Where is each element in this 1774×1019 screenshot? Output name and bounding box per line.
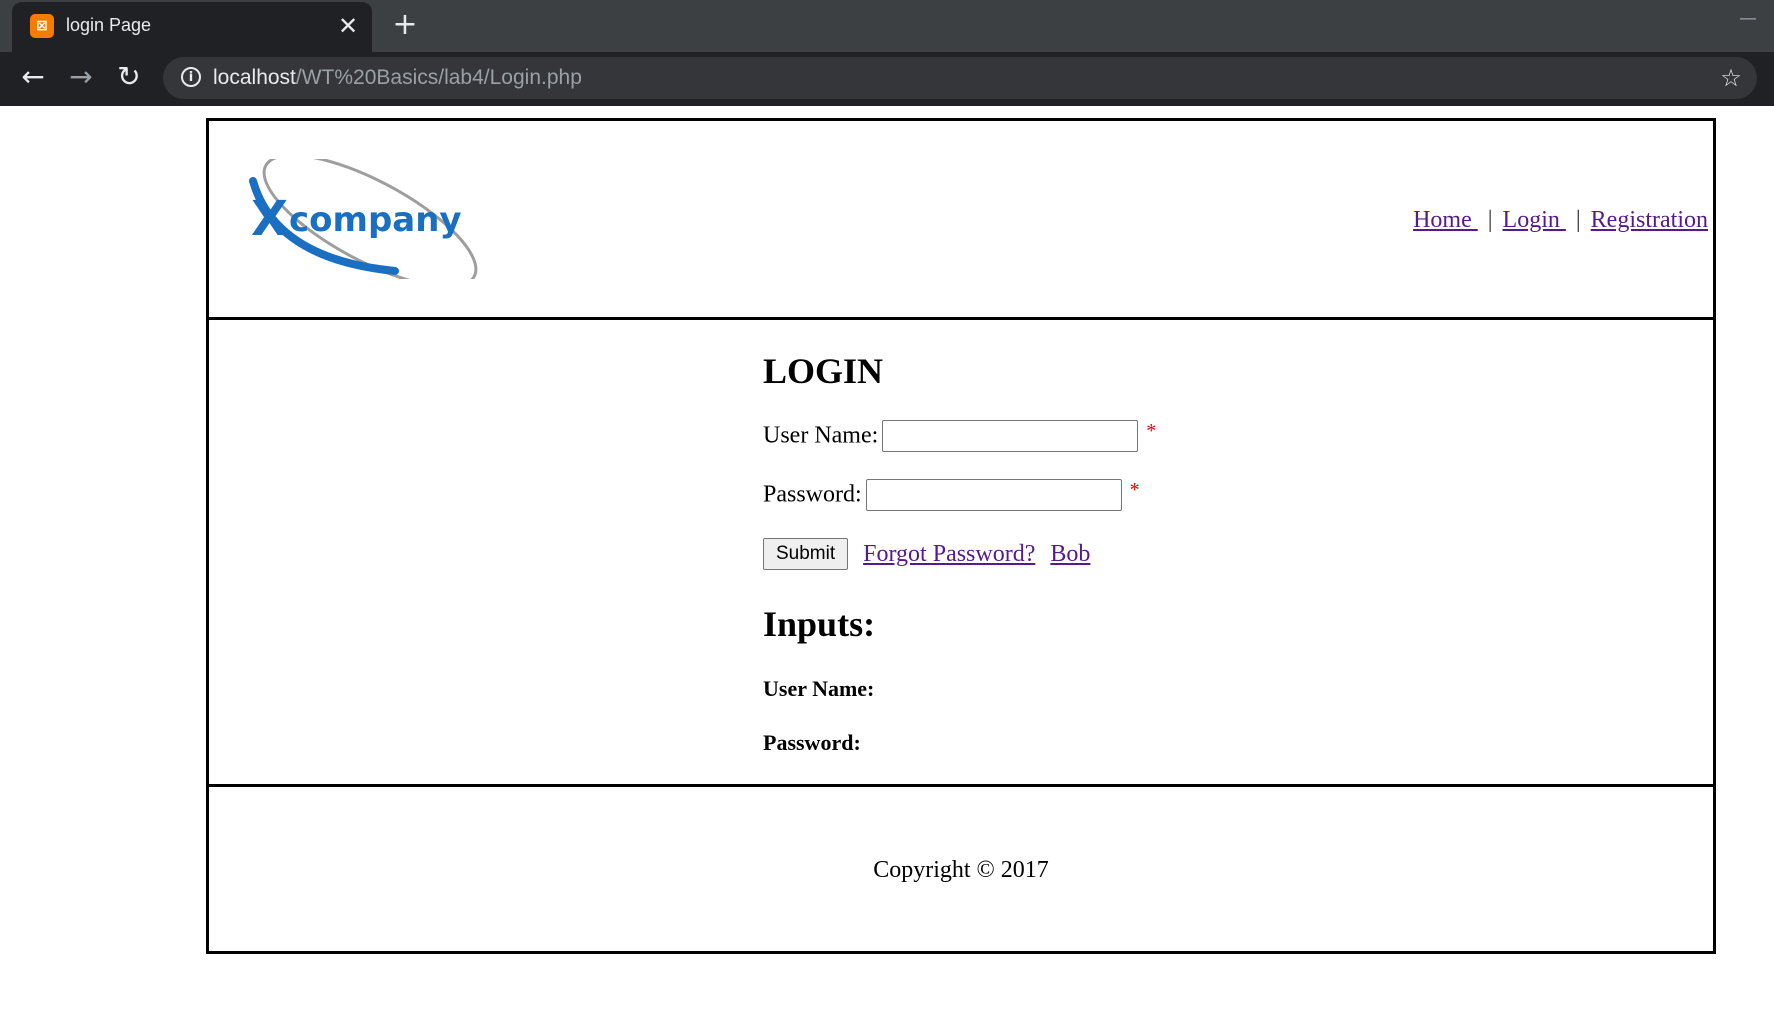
password-row: Password: * (763, 479, 1140, 513)
login-heading: LOGIN (763, 351, 884, 391)
browser-tab[interactable]: ⊠ login Page ✕ (12, 2, 372, 52)
form-actions: Submit Forgot Password? Bob (763, 538, 1090, 570)
username-label: User Name: (763, 422, 879, 449)
username-row: User Name: * (763, 420, 1156, 454)
url-host: localhost (213, 66, 296, 89)
nav-home-link[interactable]: Home (1413, 207, 1478, 233)
tab-title: login Page (66, 15, 152, 35)
required-asterisk: * (1146, 420, 1157, 442)
nav-separator: | (1487, 207, 1493, 233)
output-password-label: Password: (763, 730, 861, 755)
top-nav: Home | Login | Registration (1413, 207, 1708, 234)
bookmark-star-icon[interactable]: ☆ (1716, 63, 1746, 93)
logo-wordmark: company (289, 200, 462, 240)
submit-button[interactable]: Submit (763, 538, 849, 570)
info-icon[interactable]: i (181, 67, 201, 87)
header-row: X company Home | Login | Registration (209, 121, 1713, 320)
xampp-icon: ⊠ (30, 14, 54, 38)
password-input[interactable] (865, 479, 1122, 511)
reload-icon[interactable]: ↻ (112, 60, 146, 94)
tab-strip: ⊠ login Page ✕ + — (0, 0, 1774, 52)
xcompany-logo: X company (249, 159, 478, 279)
logo-letter-x: X (251, 191, 288, 247)
main-row: LOGIN User Name: * Password: * Submit Forgo… (209, 320, 1713, 787)
required-asterisk: * (1129, 479, 1140, 501)
address-bar[interactable]: i localhost/WT%20Basics/lab4/Login.php ☆ (163, 57, 1757, 99)
forgot-password-link[interactable]: Forgot Password? (863, 541, 1035, 567)
inputs-heading: Inputs: (763, 604, 876, 644)
output-username-label: User Name: (763, 676, 875, 701)
minimize-icon[interactable]: — (1736, 8, 1760, 32)
password-label: Password: (763, 481, 862, 508)
browser-chrome: ⊠ login Page ✕ + — ← → ↻ i localhost/WT%… (0, 0, 1774, 106)
username-input[interactable] (882, 420, 1139, 452)
nav-registration-link[interactable]: Registration (1591, 207, 1708, 233)
url-text[interactable]: localhost/WT%20Basics/lab4/Login.php (213, 66, 582, 90)
nav-separator: | (1575, 207, 1581, 233)
new-tab-icon[interactable]: + (390, 10, 420, 40)
close-icon[interactable]: ✕ (334, 12, 362, 40)
back-arrow-icon[interactable]: ← (16, 60, 50, 94)
forward-arrow-icon[interactable]: → (64, 60, 98, 94)
url-path: /WT%20Basics/lab4/Login.php (295, 66, 582, 89)
bob-link[interactable]: Bob (1050, 541, 1090, 567)
page-layout-table: X company Home | Login | Registration LOGI… (206, 118, 1716, 954)
nav-login-link[interactable]: Login (1503, 207, 1566, 233)
footer-row: Copyright © 2017 (209, 787, 1713, 951)
copyright-text: Copyright © 2017 (873, 857, 1049, 883)
